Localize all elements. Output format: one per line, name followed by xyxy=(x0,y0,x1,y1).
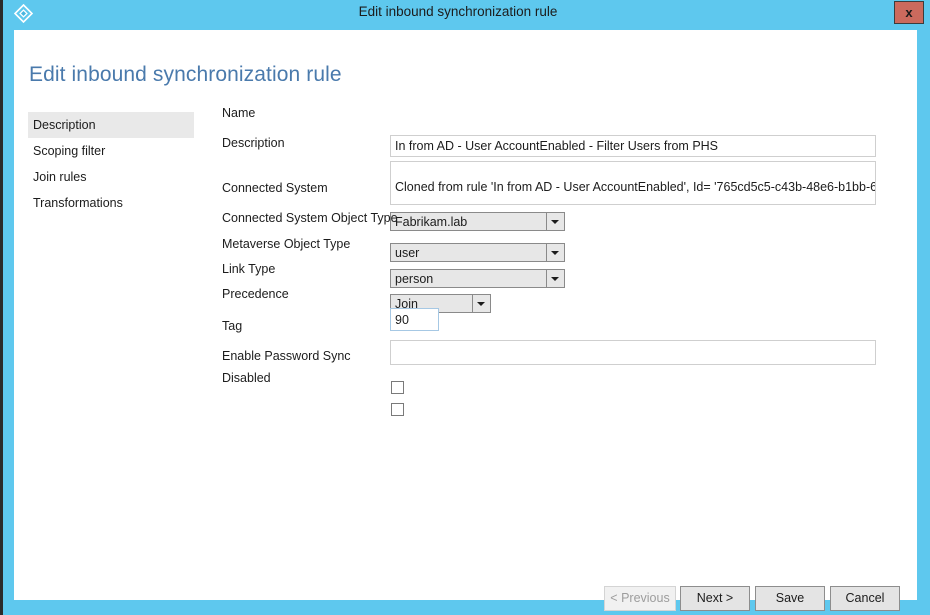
tag-input[interactable] xyxy=(390,340,876,365)
label-connected-system-object-type: Connected System Object Type xyxy=(222,211,398,225)
metaverse-object-type-value: person xyxy=(395,272,434,286)
label-disabled: Disabled xyxy=(222,371,271,385)
description-input[interactable]: Cloned from rule 'In from AD - User Acco… xyxy=(390,161,876,205)
label-enable-password-sync: Enable Password Sync xyxy=(222,349,351,363)
chevron-down-icon xyxy=(546,213,564,230)
close-button[interactable]: x xyxy=(894,1,924,24)
next-button[interactable]: Next > xyxy=(680,586,750,611)
label-description: Description xyxy=(222,136,285,150)
metaverse-object-type-select[interactable]: person xyxy=(390,269,565,288)
window-title: Edit inbound synchronization rule xyxy=(358,4,558,19)
label-link-type: Link Type xyxy=(222,262,276,276)
label-connected-system: Connected System xyxy=(222,181,328,195)
connected-system-object-type-value: user xyxy=(395,246,420,260)
chevron-down-icon xyxy=(472,295,490,312)
connected-system-select[interactable]: Fabrikam.lab xyxy=(390,212,565,231)
label-metaverse-object-type: Metaverse Object Type xyxy=(222,237,351,251)
label-name: Name xyxy=(222,106,256,120)
cancel-button[interactable]: Cancel xyxy=(830,586,900,611)
label-precedence: Precedence xyxy=(222,287,289,301)
precedence-input[interactable] xyxy=(390,308,439,331)
previous-button[interactable]: < Previous xyxy=(604,586,676,611)
label-tag: Tag xyxy=(222,319,243,333)
enable-password-sync-checkbox[interactable] xyxy=(391,381,404,394)
connected-system-object-type-select[interactable]: user xyxy=(390,243,565,262)
window-frame-edge xyxy=(0,0,3,615)
edit-sync-rule-window: Edit inbound synchronization rule x Edit… xyxy=(0,0,930,615)
dialog-footer: < Previous Next > Save Cancel xyxy=(14,586,917,615)
dialog-content-panel: Edit inbound synchronization rule Descri… xyxy=(14,30,917,611)
chevron-down-icon xyxy=(546,270,564,287)
save-button[interactable]: Save xyxy=(755,586,825,611)
title-bar: Edit inbound synchronization rule x xyxy=(3,0,930,27)
chevron-down-icon xyxy=(546,244,564,261)
name-input[interactable] xyxy=(390,135,876,157)
connected-system-value: Fabrikam.lab xyxy=(395,215,468,229)
disabled-checkbox[interactable] xyxy=(391,403,404,416)
description-form: Name Description Cloned from rule 'In fr… xyxy=(14,30,917,600)
